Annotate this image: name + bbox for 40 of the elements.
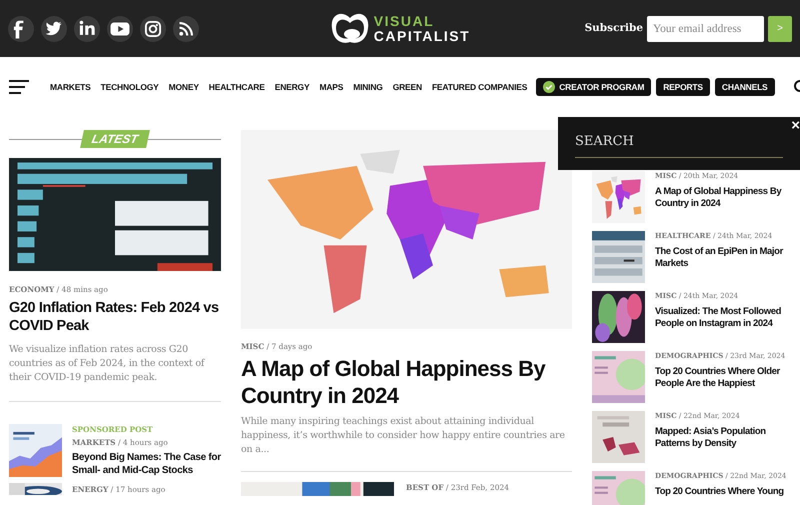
nav-link[interactable]: FEATURED COMPANIES — [428, 80, 532, 94]
article-summary: While many inspiring teachings exist about attaining individual happiness, it’s worthwhile to consider how happy entire countries are on a... — [241, 415, 566, 458]
check-icon — [543, 81, 556, 93]
article-title[interactable]: Top 20 Countries Where Older People Are the Happiest — [655, 366, 791, 390]
email-field[interactable]: Your email address — [647, 16, 764, 42]
subscribe-label: Subscribe — [584, 20, 643, 36]
article-title[interactable]: The Cost of an EpiPen in Major Markets — [655, 246, 791, 270]
menu-icon[interactable] — [9, 80, 29, 94]
article-title[interactable]: Top 20 Countries Where Young — [655, 486, 786, 498]
nav-link[interactable]: MARKETS — [46, 80, 95, 94]
nav-link[interactable]: ENERGY — [270, 80, 314, 94]
search-field-label[interactable]: SEARCH — [575, 134, 634, 149]
nav-link[interactable]: HEALTHCARE — [204, 80, 269, 94]
nav-link[interactable]: MINING — [349, 80, 387, 94]
nav-link[interactable]: MONEY — [164, 80, 203, 94]
nav-button[interactable]: REPORTS — [656, 78, 710, 96]
article-summary: We visualize inflation rates across G20 countries as of Feb 2024, in the context of their COVID-19 pandemic peak. — [9, 343, 206, 386]
nav-link[interactable]: TECHNOLOGY — [96, 80, 163, 94]
logo-text: CAPITALIST — [374, 28, 470, 44]
logo-text: VISUAL — [374, 14, 436, 28]
nav-button[interactable]: CHANNELS — [714, 78, 775, 96]
search-icon[interactable] — [792, 80, 800, 94]
nav-link[interactable]: GREEN — [388, 80, 426, 94]
youtube-icon[interactable] — [107, 16, 133, 42]
linkedin-icon[interactable] — [74, 16, 100, 42]
section-label: LATEST — [80, 130, 150, 148]
nav-button[interactable]: CREATOR PROGRAM — [536, 78, 652, 96]
rss-icon[interactable] — [173, 16, 199, 42]
article-title[interactable]: A Map of Global Happiness By Country in 2024 — [241, 355, 572, 410]
nav-link[interactable]: MAPS — [315, 80, 348, 94]
close-button[interactable]: × — [791, 117, 800, 135]
facebook-icon[interactable] — [8, 16, 34, 42]
article-title[interactable]: Beyond Big Names: The Case for Small- and Mid-Cap Stocks — [72, 450, 221, 477]
logo-icon — [330, 12, 370, 46]
twitter-icon[interactable] — [41, 16, 67, 42]
instagram-icon[interactable] — [140, 16, 166, 42]
article-title[interactable]: Visualized: The Most Followed People on Instagram in 2024 — [655, 306, 791, 330]
article-title[interactable]: Mapped: Asia’s Population Patterns by Density — [655, 426, 791, 450]
article-title[interactable]: A Map of Global Happiness By Country in 2024 — [655, 186, 791, 210]
article-title[interactable]: G20 Inflation Rates: Feb 2024 vs COVID Peak — [9, 299, 221, 336]
